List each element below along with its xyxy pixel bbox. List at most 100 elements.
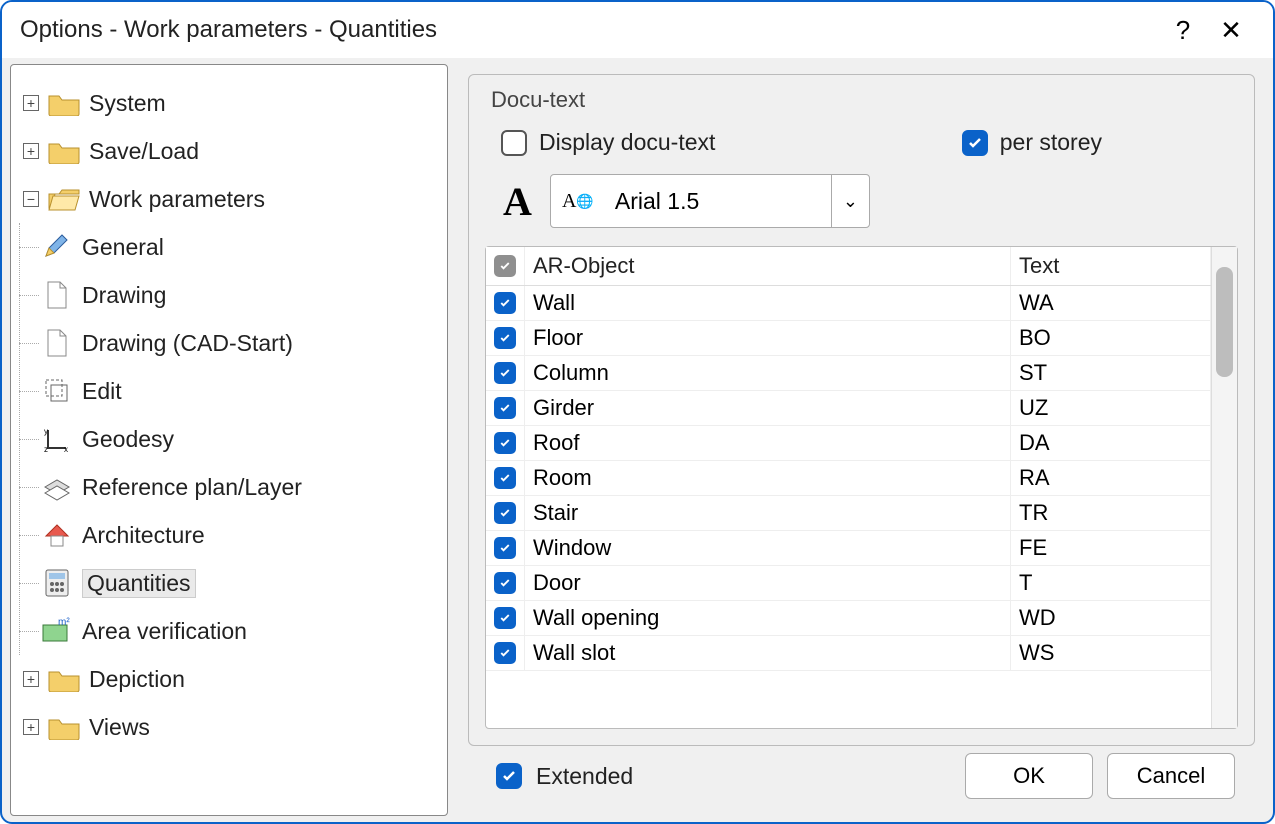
folder-icon	[47, 712, 81, 742]
tree-item-general[interactable]: General	[20, 223, 439, 271]
table-row[interactable]: WallWA	[486, 286, 1211, 321]
dialog-title: Options - Work parameters - Quantities	[20, 16, 1159, 44]
folder-icon	[47, 88, 81, 118]
expand-icon[interactable]: +	[23, 719, 39, 735]
close-button[interactable]: ✕	[1207, 15, 1255, 46]
tree-label: Architecture	[82, 522, 205, 549]
row-checkbox[interactable]	[494, 502, 516, 524]
ok-button[interactable]: OK	[965, 753, 1093, 799]
row-checkbox[interactable]	[494, 327, 516, 349]
svg-text:y: y	[44, 427, 48, 436]
cell-object: Wall	[525, 286, 1011, 321]
row-checkbox[interactable]	[494, 292, 516, 314]
house-icon	[40, 520, 74, 550]
table-row[interactable]: Wall openingWD	[486, 601, 1211, 636]
cell-text: UZ	[1011, 391, 1211, 426]
tree-label: Drawing (CAD-Start)	[82, 330, 293, 357]
table-row[interactable]: StairTR	[486, 496, 1211, 531]
table-row[interactable]: RoomRA	[486, 461, 1211, 496]
cell-object: Wall slot	[525, 636, 1011, 671]
tree-label: Depiction	[89, 666, 185, 693]
cell-text: BO	[1011, 321, 1211, 356]
tree-item-architecture[interactable]: Architecture	[20, 511, 439, 559]
tree-item-saveload[interactable]: + Save/Load	[19, 127, 439, 175]
per-storey-label: per storey	[1000, 129, 1102, 156]
row-checkbox[interactable]	[494, 537, 516, 559]
docu-text-group: Docu-text Display docu-text per storey A	[468, 74, 1255, 746]
tree-item-areaverif[interactable]: m² Area verification	[20, 607, 439, 655]
tree-item-system[interactable]: + System	[19, 79, 439, 127]
expand-icon[interactable]: +	[23, 671, 39, 687]
row-checkbox[interactable]	[494, 397, 516, 419]
table-row[interactable]: ColumnST	[486, 356, 1211, 391]
tree-item-workparams[interactable]: − Work parameters	[19, 175, 439, 223]
tree-label: Views	[89, 714, 150, 741]
per-storey-checkbox[interactable]	[962, 130, 988, 156]
tree-label: Drawing	[82, 282, 166, 309]
row-checkbox[interactable]	[494, 642, 516, 664]
layers-icon	[40, 472, 74, 502]
scrollbar[interactable]	[1211, 247, 1237, 728]
row-checkbox[interactable]	[494, 467, 516, 489]
tree-item-quantities[interactable]: Quantities	[20, 559, 439, 607]
expand-icon[interactable]: +	[23, 95, 39, 111]
cell-text: WA	[1011, 286, 1211, 321]
tree-label: Edit	[82, 378, 122, 405]
display-docu-label: Display docu-text	[539, 129, 715, 156]
font-combo[interactable]: A🌐 Arial 1.5 ⌄	[550, 174, 870, 228]
folder-open-icon	[47, 184, 81, 214]
edit-icon	[40, 376, 74, 406]
display-docu-checkbox[interactable]	[501, 130, 527, 156]
table-row[interactable]: RoofDA	[486, 426, 1211, 461]
cell-object: Room	[525, 461, 1011, 496]
folder-icon	[47, 136, 81, 166]
cell-object: Girder	[525, 391, 1011, 426]
extended-checkbox[interactable]	[496, 763, 522, 789]
row-checkbox[interactable]	[494, 362, 516, 384]
tree-label: Geodesy	[82, 426, 174, 453]
expand-icon[interactable]: +	[23, 143, 39, 159]
tree-item-depiction[interactable]: + Depiction	[19, 655, 439, 703]
col-text[interactable]: Text	[1011, 247, 1211, 286]
svg-text:z: z	[44, 445, 48, 454]
tree-item-geodesy[interactable]: yxz Geodesy	[20, 415, 439, 463]
scroll-thumb[interactable]	[1216, 267, 1233, 377]
area-icon: m²	[40, 616, 74, 646]
col-arobject[interactable]: AR-Object	[525, 247, 1011, 286]
header-checkbox[interactable]	[494, 255, 516, 277]
row-checkbox[interactable]	[494, 572, 516, 594]
tree-item-views[interactable]: + Views	[19, 703, 439, 751]
tree-label: Work parameters	[89, 186, 265, 213]
tree-item-refplan[interactable]: Reference plan/Layer	[20, 463, 439, 511]
tree-label: System	[89, 90, 166, 117]
row-checkbox[interactable]	[494, 607, 516, 629]
options-dialog: Options - Work parameters - Quantities ?…	[0, 0, 1275, 824]
chevron-down-icon[interactable]: ⌄	[831, 175, 869, 227]
tree-item-drawing[interactable]: Drawing	[20, 271, 439, 319]
nav-tree: + System + Save/Load	[10, 64, 448, 816]
titlebar: Options - Work parameters - Quantities ?…	[2, 2, 1273, 58]
cell-text: ST	[1011, 356, 1211, 391]
tree-label: Area verification	[82, 618, 247, 645]
table-row[interactable]: DoorT	[486, 566, 1211, 601]
table-row[interactable]: WindowFE	[486, 531, 1211, 566]
svg-text:m²: m²	[58, 617, 70, 628]
cell-object: Window	[525, 531, 1011, 566]
cell-text: TR	[1011, 496, 1211, 531]
help-button[interactable]: ?	[1159, 15, 1207, 46]
tree-label: General	[82, 234, 164, 261]
tree-label: Reference plan/Layer	[82, 474, 302, 501]
row-checkbox[interactable]	[494, 432, 516, 454]
calculator-icon	[40, 568, 74, 598]
font-name: Arial 1.5	[605, 188, 831, 215]
table-row[interactable]: GirderUZ	[486, 391, 1211, 426]
cell-text: WD	[1011, 601, 1211, 636]
tree-item-drawing-cad[interactable]: Drawing (CAD-Start)	[20, 319, 439, 367]
table-row[interactable]: FloorBO	[486, 321, 1211, 356]
tree-item-edit[interactable]: Edit	[20, 367, 439, 415]
cancel-button[interactable]: Cancel	[1107, 753, 1235, 799]
table-row[interactable]: Wall slotWS	[486, 636, 1211, 671]
tree-label: Save/Load	[89, 138, 199, 165]
collapse-icon[interactable]: −	[23, 191, 39, 207]
cell-text: WS	[1011, 636, 1211, 671]
